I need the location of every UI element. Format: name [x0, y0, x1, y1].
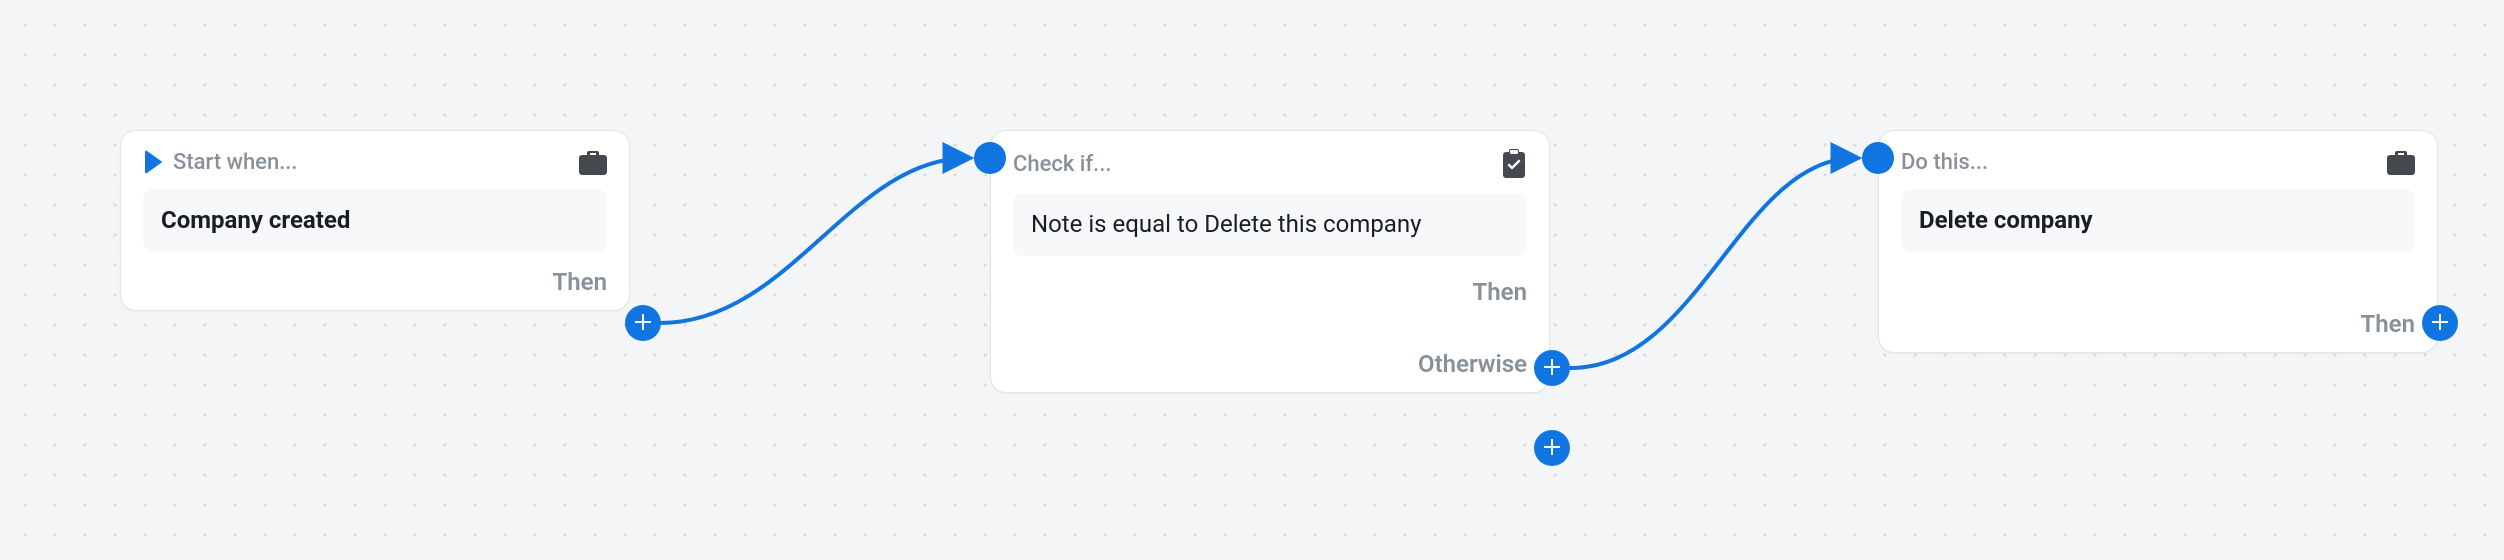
- card-header: Start when...: [143, 149, 607, 175]
- card-type-label: Start when...: [173, 150, 298, 175]
- start-node-card[interactable]: Start when... Company created Then: [120, 130, 630, 311]
- card-header: Check if...: [1013, 149, 1527, 179]
- condition-node-card[interactable]: Check if... Note is equal to Delete this…: [990, 130, 1550, 393]
- card-type-label: Do this...: [1901, 150, 1988, 175]
- then-branch: Then: [553, 268, 607, 296]
- card-type-label: Check if...: [1013, 152, 1112, 177]
- clipboard-check-icon: [1501, 149, 1527, 179]
- briefcase-icon: [579, 149, 607, 175]
- card-header: Do this...: [1901, 149, 2415, 175]
- add-step-button[interactable]: [625, 305, 661, 341]
- otherwise-branch: Otherwise: [1418, 350, 1527, 378]
- action-node-card[interactable]: Do this... Delete company Then: [1878, 130, 2438, 353]
- briefcase-icon: [2387, 149, 2415, 175]
- add-step-button[interactable]: [2422, 305, 2458, 341]
- node-entry-dot: [974, 142, 1006, 174]
- condition-text: Note is equal to Delete this company: [1013, 193, 1527, 256]
- workflow-canvas[interactable]: Start when... Company created Then Check…: [0, 0, 2504, 560]
- action-node-title: Delete company: [1901, 189, 2415, 252]
- then-label: Then: [1473, 278, 1527, 306]
- then-label: Then: [553, 268, 607, 296]
- then-branch: Then: [2361, 310, 2415, 338]
- then-branch: Then: [1473, 278, 1527, 306]
- then-label: Then: [2361, 310, 2415, 338]
- add-step-then-button[interactable]: [1534, 350, 1570, 386]
- play-icon: [143, 150, 163, 174]
- start-node-title: Company created: [143, 189, 607, 252]
- otherwise-label: Otherwise: [1418, 350, 1527, 378]
- node-entry-dot: [1862, 142, 1894, 174]
- add-step-otherwise-button[interactable]: [1534, 430, 1570, 466]
